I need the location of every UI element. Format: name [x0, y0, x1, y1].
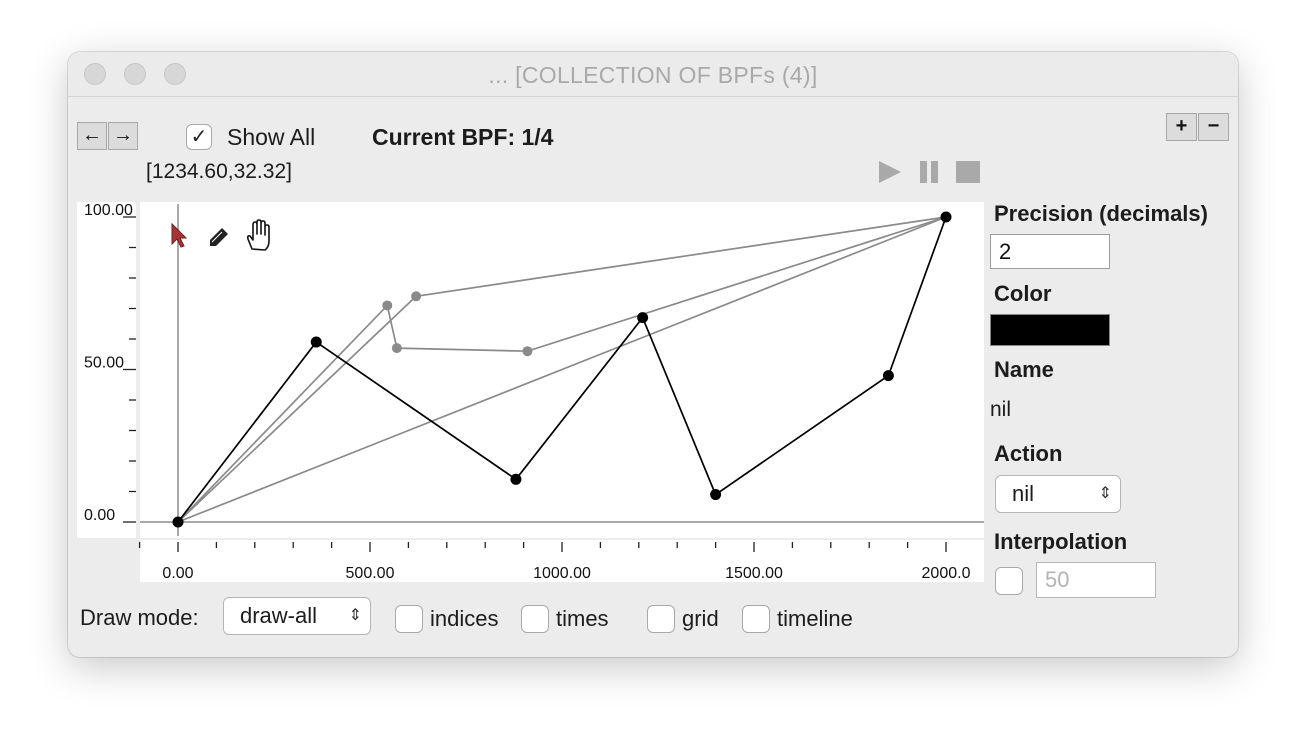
- updown-chevron-icon: ⇕: [1098, 485, 1112, 502]
- pencil-tool-icon[interactable]: [210, 228, 228, 246]
- indices-checkbox[interactable]: [395, 605, 423, 633]
- precision-label: Precision (decimals): [994, 201, 1208, 226]
- x-tick-label: 500.00: [346, 565, 395, 582]
- arrow-tool-icon[interactable]: [171, 222, 188, 248]
- times-label: times: [556, 606, 609, 631]
- x-axis-ticks: 0.00 500.00 1000.00 1500.00 2000.0: [138, 542, 971, 582]
- times-checkbox[interactable]: [521, 605, 549, 633]
- edit-tools: [171, 219, 270, 251]
- y-tick-label: 100.00: [84, 202, 133, 219]
- name-value[interactable]: nil: [990, 398, 1011, 422]
- y-tick-label: 50.00: [84, 355, 124, 372]
- action-label: Action: [994, 441, 1063, 466]
- updown-chevron-icon: ⇕: [348, 607, 362, 624]
- bpf-point: [510, 473, 522, 485]
- action-select-value: nil: [1012, 481, 1035, 506]
- bpf-line: [177, 216, 947, 523]
- interpolation-label: Interpolation: [994, 529, 1128, 554]
- timeline-checkbox[interactable]: [742, 605, 770, 633]
- timeline-label: timeline: [777, 606, 853, 631]
- precision-input[interactable]: 2: [990, 234, 1110, 269]
- interpolation-checkbox[interactable]: [995, 567, 1023, 595]
- bpf-point: [522, 346, 533, 357]
- bpf-point: [382, 300, 393, 311]
- interpolation-input[interactable]: 50: [1036, 562, 1156, 598]
- bpf-point: [310, 336, 322, 348]
- x-tick-label: 2000.0: [922, 565, 971, 582]
- x-tick-label: 1000.00: [533, 565, 591, 582]
- draw-mode-value: draw-all: [240, 603, 318, 628]
- x-tick-label: 0.00: [162, 565, 193, 582]
- y-axis-ticks: 100.00 50.00 0.00: [84, 202, 136, 524]
- bpf-editor-window: ... [COLLECTION OF BPFs (4)] ← → ✓ Show …: [68, 52, 1238, 657]
- bpf-point: [411, 291, 422, 302]
- hand-tool-icon[interactable]: [246, 219, 270, 251]
- name-label: Name: [994, 357, 1054, 382]
- bpf-point: [172, 516, 184, 528]
- draw-mode-select[interactable]: draw-all ⇕: [223, 597, 371, 635]
- bpf-point: [940, 211, 952, 223]
- indices-label: indices: [430, 606, 499, 631]
- action-select[interactable]: nil ⇕: [995, 475, 1121, 513]
- grid-checkbox[interactable]: [647, 605, 675, 633]
- x-tick-label: 1500.00: [725, 565, 783, 582]
- grid-label: grid: [682, 606, 719, 631]
- bpf-series: [172, 211, 952, 528]
- bpf-point: [710, 489, 722, 501]
- color-label: Color: [994, 281, 1052, 306]
- y-tick-label: 0.00: [84, 507, 115, 524]
- bpf-point: [391, 343, 402, 354]
- color-swatch[interactable]: [990, 314, 1110, 346]
- draw-mode-label: Draw mode:: [80, 605, 199, 630]
- bpf-point: [882, 370, 894, 382]
- bpf-point: [637, 312, 649, 324]
